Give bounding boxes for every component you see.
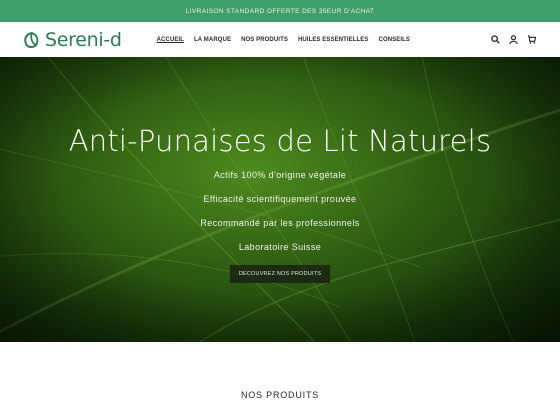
- discover-products-button[interactable]: DECOUVREZ NOS PRODUITS: [229, 265, 331, 283]
- hero-content: Anti-Punaises de Lit Naturels Actifs 100…: [0, 57, 560, 342]
- nav-nos-produits[interactable]: NOS PRODUITS: [241, 37, 288, 43]
- announcement-text: LIVRAISON STANDARD OFFERTE DES 35EUR D'A…: [185, 7, 375, 15]
- hero-feature: Efficacité scientifiquement prouvée: [203, 194, 357, 204]
- hero-feature: Actifs 100% d'origine végétale: [213, 170, 347, 180]
- hero-title: Anti-Punaises de Lit Naturels: [68, 124, 492, 158]
- nav-accueil[interactable]: ACCUEIL: [157, 37, 184, 43]
- nav-conseils[interactable]: CONSEILS: [379, 37, 410, 43]
- header-icons: [491, 22, 536, 57]
- logo-text: Sereni-d: [45, 28, 122, 51]
- leaf-logo-icon: [24, 31, 39, 48]
- announcement-bar: LIVRAISON STANDARD OFFERTE DES 35EUR D'A…: [0, 0, 560, 22]
- section-title: NOS PRODUITS: [240, 390, 320, 400]
- site-header: Sereni-d ACCUEIL LA MARQUE NOS PRODUITS …: [0, 22, 560, 57]
- user-icon[interactable]: [509, 35, 518, 44]
- products-section: NOS PRODUITS: [0, 342, 560, 420]
- main-nav: ACCUEIL LA MARQUE NOS PRODUITS HUILES ES…: [157, 37, 410, 43]
- search-icon[interactable]: [491, 35, 500, 44]
- nav-huiles-essentielles[interactable]: HUILES ESSENTIELLES: [298, 37, 369, 43]
- hero-feature: Laboratoire Suisse: [238, 242, 322, 252]
- hero-feature: Recommandé par les professionnels: [200, 218, 360, 228]
- hero-banner: Anti-Punaises de Lit Naturels Actifs 100…: [0, 57, 560, 342]
- logo[interactable]: Sereni-d: [22, 29, 122, 51]
- nav-la-marque[interactable]: LA MARQUE: [194, 37, 231, 43]
- cart-icon[interactable]: [527, 35, 536, 44]
